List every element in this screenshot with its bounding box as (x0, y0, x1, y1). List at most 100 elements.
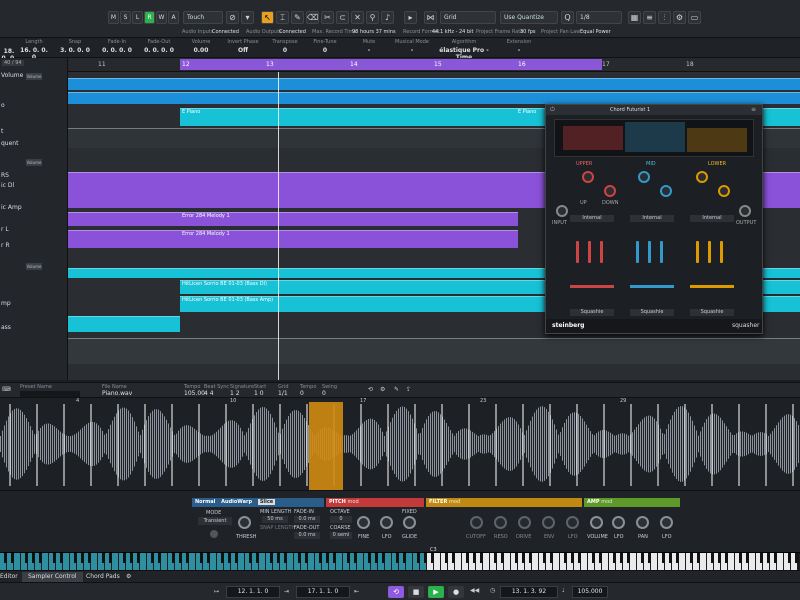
amp-mod[interactable]: mod (601, 499, 612, 505)
white-key[interactable] (112, 553, 118, 571)
coarse-field[interactable]: 0 semi (330, 532, 352, 539)
upper-fader[interactable] (600, 241, 603, 263)
filter-lfo-knob[interactable] (566, 516, 579, 529)
amp-lfo-knob[interactable] (612, 516, 625, 529)
sampler-field-value[interactable]: 105.00 (184, 390, 205, 397)
lower-fader[interactable] (708, 241, 711, 263)
tab-normal[interactable]: Normal (195, 499, 215, 505)
lower-mode[interactable]: Squashie (690, 309, 734, 316)
cycle-range[interactable] (180, 59, 602, 70)
track-header[interactable]: quent (0, 140, 68, 150)
tab-audiowarp[interactable]: AudioWarp (221, 499, 252, 505)
info-value[interactable]: - (500, 47, 538, 54)
black-key[interactable] (795, 553, 799, 563)
white-key[interactable] (777, 553, 783, 571)
read-automation-button[interactable]: R (144, 11, 155, 24)
white-key[interactable] (42, 553, 48, 571)
upper-down-knob[interactable] (604, 185, 616, 197)
solo-button[interactable]: S (120, 11, 131, 24)
track-automation-tag[interactable]: Volume (26, 73, 42, 80)
white-key[interactable] (630, 553, 636, 571)
tab-chord-pads[interactable]: Chord Pads (80, 572, 126, 582)
lower-down-knob[interactable] (718, 185, 730, 197)
white-key[interactable] (532, 553, 538, 571)
file-name[interactable]: Piano.wav (102, 390, 132, 397)
upper-in-knob[interactable] (582, 171, 594, 183)
track-automation-tag[interactable]: Volume (26, 159, 42, 166)
track-header[interactable]: Volume Volume (0, 72, 68, 82)
track-header[interactable]: o (0, 102, 68, 112)
white-key[interactable] (553, 553, 559, 571)
track-header[interactable] (0, 86, 68, 96)
write-automation-button[interactable]: W (156, 11, 167, 24)
sampler-field-value[interactable]: 1 2 (230, 390, 240, 397)
info-value[interactable]: 0 (270, 47, 300, 54)
constrain-icon[interactable]: ⊘ (226, 11, 239, 24)
settings-icon[interactable]: ⚙ (673, 11, 686, 24)
mid-down-knob[interactable] (660, 185, 672, 197)
white-key[interactable] (602, 553, 608, 571)
info-value[interactable]: 0. 0. 0. 0 (100, 47, 134, 54)
lower-in-knob[interactable] (696, 171, 708, 183)
track-header[interactable] (0, 314, 68, 324)
sampler-field-value[interactable]: 1 0 (254, 390, 264, 397)
track-header[interactable]: t (0, 128, 68, 138)
sampler-field-value[interactable]: 0 (300, 390, 304, 397)
drive-knob[interactable] (518, 516, 531, 529)
slice-mode-select[interactable]: Transient (198, 517, 232, 525)
snap-type-select[interactable]: Grid (440, 11, 496, 24)
layout-icon[interactable]: ▭ (688, 11, 701, 24)
stop-button[interactable]: ■ (408, 586, 424, 598)
quantize-toggle-icon[interactable]: Q (561, 11, 574, 24)
track-header[interactable]: ass (0, 324, 68, 334)
preset-field[interactable] (20, 391, 80, 397)
sampler-field-value[interactable]: 1/1 (278, 390, 288, 397)
mixer-icon[interactable]: ⫶ (658, 11, 671, 24)
pitch-lfo-knob[interactable] (380, 516, 393, 529)
info-value[interactable]: 0. 0. 0. 0 (142, 47, 176, 54)
squasher-plugin-window[interactable]: Chord Futurist 1 ⏻ ≡ UPPER MID LOWER INP… (545, 104, 763, 334)
lower-fader[interactable] (696, 241, 699, 263)
track-header[interactable]: ic Dl (0, 182, 68, 192)
info-value[interactable]: - (395, 47, 429, 54)
white-key[interactable] (140, 553, 146, 571)
slice-button[interactable] (210, 530, 218, 538)
spectrum-display[interactable] (554, 119, 754, 157)
snap-toggle-icon[interactable]: ⋈ (424, 11, 437, 24)
white-key[interactable] (161, 553, 167, 571)
quantize-value-select[interactable]: 1/8 (576, 11, 622, 24)
filter-mod[interactable]: mod (449, 499, 460, 505)
tab-slice[interactable]: Slice (257, 499, 276, 505)
white-key[interactable] (14, 553, 20, 571)
output-knob[interactable] (739, 205, 751, 217)
upper-fader[interactable] (588, 241, 591, 263)
mid-in-knob[interactable] (638, 171, 650, 183)
sample-editor[interactable]: 4 10 17 23 29 (0, 398, 800, 490)
tab-sampler-control[interactable]: Sampler Control (22, 572, 83, 582)
tab-editor[interactable]: Editor (0, 572, 24, 582)
play-tool-icon[interactable]: ▸ (404, 11, 417, 24)
track-header[interactable]: Volume (0, 262, 68, 272)
piano-keyboard[interactable]: C3 (0, 547, 800, 571)
locator-icon[interactable]: ⇤ (354, 588, 359, 595)
info-value[interactable]: 0 (310, 47, 340, 54)
info-value[interactable]: Off (226, 47, 260, 54)
range-select-icon[interactable]: ⌶ (276, 11, 289, 24)
track-header[interactable] (0, 278, 68, 288)
pencil-icon[interactable]: ✎ (291, 11, 304, 24)
menu-icon[interactable]: ≡ (751, 106, 756, 113)
selected-slice[interactable] (309, 402, 343, 490)
eraser-icon[interactable]: ⌫ (306, 11, 319, 24)
white-key[interactable] (651, 553, 657, 571)
white-key[interactable] (308, 553, 314, 571)
mute-button[interactable]: M (108, 11, 119, 24)
upper-fader[interactable] (576, 241, 579, 263)
white-key[interactable] (679, 553, 685, 571)
rewind-icon[interactable]: ◀◀ (470, 587, 479, 594)
info-value[interactable]: 0.00 (186, 47, 216, 54)
export-icon[interactable]: ⇪ (406, 386, 411, 393)
power-icon[interactable]: ⏻ (550, 106, 555, 114)
plugin-titlebar[interactable]: Chord Futurist 1 ⏻ ≡ (546, 105, 762, 115)
list-icon[interactable]: ≡ (643, 11, 656, 24)
sampler-field-value[interactable]: 4 4 (204, 390, 214, 397)
